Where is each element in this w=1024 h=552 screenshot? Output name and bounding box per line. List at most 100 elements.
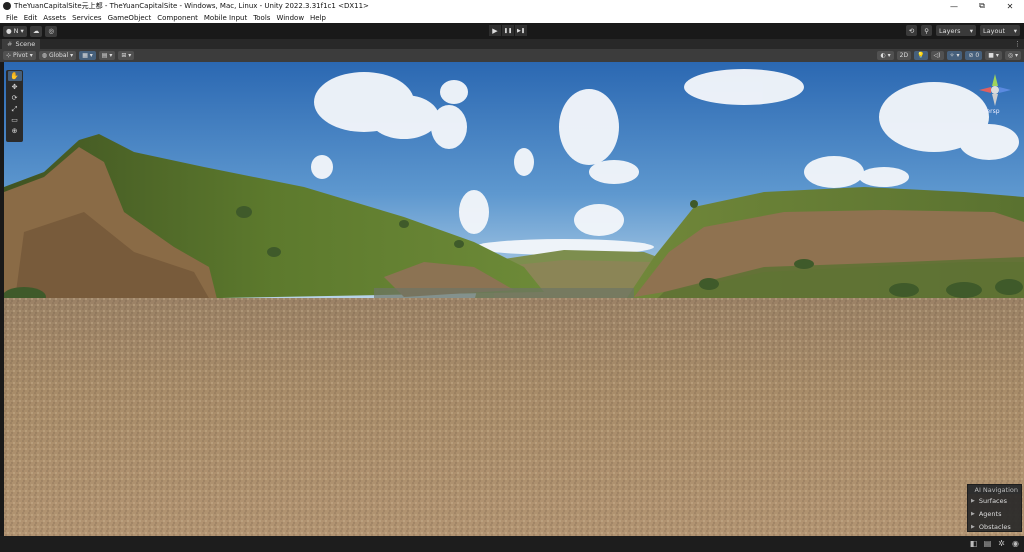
scene-view-options: ◐ ▾ 2D 💡 ◁) ✧ ▾ ⊘ 0 ■ ▾ ◎ ▾ [874, 51, 1021, 60]
cloud-button[interactable]: ☁ [29, 25, 43, 37]
grid-snapping-button[interactable]: ▦ ▾ [79, 51, 96, 60]
menu-item-help[interactable]: Help [310, 14, 326, 22]
menu-item-services[interactable]: Services [72, 14, 102, 22]
shading-sphere-icon: ◐ ▾ [880, 52, 891, 59]
step-button[interactable]: ▶❚ [515, 25, 527, 36]
menu-item-tools[interactable]: Tools [253, 14, 270, 22]
menu-item-gameobject[interactable]: GameObject [108, 14, 152, 22]
scene-grid-icon: # [7, 40, 13, 48]
maximize-button[interactable]: ⧉ [968, 0, 996, 12]
menu-item-edit[interactable]: Edit [24, 14, 38, 22]
tab-scene[interactable]: # Scene [2, 39, 41, 49]
global-dropdown[interactable]: ◍ Global ▾ [38, 51, 77, 60]
effects-dropdown[interactable]: ✧ ▾ [946, 51, 963, 60]
chevron-down-icon: ▾ [1013, 26, 1017, 35]
notifications-icon[interactable]: ◉ [1010, 539, 1021, 548]
hand-tool-icon[interactable]: ✋ [7, 71, 22, 81]
menu-item-file[interactable]: File [6, 14, 18, 22]
debug-mode-icon[interactable]: ✲ [996, 539, 1007, 548]
history-button[interactable]: ⟲ [905, 25, 918, 36]
mode-2d-toggle[interactable]: 2D [896, 51, 912, 60]
progress-icon[interactable]: ◧ [968, 539, 979, 548]
account-button[interactable]: ● N ▾ [3, 25, 27, 37]
axis-gizmo-icon [979, 74, 1011, 106]
play-button[interactable]: ▶ [489, 25, 501, 36]
camera-icon: ■ ▾ [988, 52, 999, 59]
search-icon: ⚲ [924, 26, 929, 35]
nav-item-obstacles[interactable]: ▶ Obstacles [968, 520, 1021, 533]
rect-tool-icon[interactable]: ▭ [8, 115, 22, 125]
unity-logo-icon [3, 2, 11, 10]
nav-item-label: Agents [978, 509, 1002, 518]
layout-dropdown[interactable]: Layout ▾ [980, 25, 1020, 36]
pivot-dropdown[interactable]: ⊹ Pivot ▾ [3, 51, 36, 60]
scene-viewport[interactable] [4, 62, 1024, 536]
account-icon: ● [6, 27, 12, 35]
scale-tool-icon[interactable]: ⤢ [8, 104, 22, 114]
tool-palette: ✋ ✥ ⟳ ⤢ ▭ ⊕ [6, 70, 23, 142]
nav-item-surfaces[interactable]: ▶ Surfaces [968, 494, 1021, 507]
shading-mode-button[interactable]: ◐ ▾ [877, 51, 894, 60]
nav-item-agents[interactable]: ▶ Agents [968, 507, 1021, 520]
move-tool-icon[interactable]: ✥ [8, 82, 22, 92]
eye-slash-icon: ⊘ 0 [968, 52, 980, 59]
hidden-objects-toggle[interactable]: ⊘ 0 [965, 51, 983, 60]
chevron-down-icon: ▾ [969, 26, 973, 35]
transform-tool-icon[interactable]: ⊕ [8, 126, 22, 136]
kebab-menu-icon[interactable]: ⋮ [1014, 40, 1021, 48]
chevron-down-icon: ▾ [70, 52, 74, 59]
layers-label: Layers [939, 26, 961, 35]
chevron-down-icon: ▾ [20, 27, 24, 35]
main-toolbar: ● N ▾ ☁ ◎ ▶ ❚❚ ▶❚ ⟲ ⚲ Layers ▾ Layout ▾ [0, 23, 1024, 39]
snap-icon: ⊞ ▾ [121, 52, 132, 59]
menu-bar: File Edit Assets Services GameObject Com… [0, 12, 1024, 23]
ai-navigation-title: AI Navigation [968, 485, 1021, 494]
status-bar: ◧ ▤ ✲ ◉ [0, 536, 1024, 552]
grid-icon: ▦ ▾ [82, 52, 93, 59]
ai-navigation-overlay: AI Navigation ▶ Surfaces ▶ Agents ▶ Obst… [967, 484, 1022, 532]
cloud-icon: ☁ [32, 27, 40, 35]
expand-arrow-icon: ▶ [971, 497, 975, 504]
collab-icon: ◎ [48, 27, 54, 35]
gizmos-icon: ◎ ▾ [1007, 52, 1018, 59]
layers-dropdown[interactable]: Layers ▾ [936, 25, 976, 36]
menu-item-window[interactable]: Window [276, 14, 304, 22]
collab-button[interactable]: ◎ [45, 25, 57, 37]
orientation-gizmo[interactable]: Persp [975, 70, 1015, 118]
scene-tab-bar: # Scene [0, 39, 1024, 49]
effects-icon: ✧ ▾ [949, 52, 960, 59]
minimize-button[interactable]: — [940, 0, 968, 12]
expand-arrow-icon: ▶ [971, 510, 975, 517]
nav-item-label: Obstacles [978, 522, 1011, 531]
rotate-tool-icon[interactable]: ⟳ [8, 93, 22, 103]
cache-server-icon[interactable]: ▤ [982, 539, 993, 548]
window-controls: — ⧉ ✕ [940, 0, 1024, 12]
increment-snap-button[interactable]: ⊞ ▾ [118, 51, 135, 60]
history-icon: ⟲ [908, 26, 915, 35]
window-titlebar: TheYuanCapitalSite元上都 - TheYuanCapitalSi… [0, 0, 1024, 12]
scene-render [4, 62, 1024, 536]
pivot-icon: ⊹ [6, 52, 12, 59]
nav-item-label: Surfaces [978, 496, 1008, 505]
menu-item-component[interactable]: Component [157, 14, 198, 22]
camera-dropdown[interactable]: ■ ▾ [985, 51, 1002, 60]
menu-item-assets[interactable]: Assets [43, 14, 66, 22]
pause-button[interactable]: ❚❚ [502, 25, 514, 36]
menu-item-mobile-input[interactable]: Mobile Input [204, 14, 247, 22]
grid-visibility-button[interactable]: ▤ ▾ [98, 51, 116, 60]
playmode-controls: ▶ ❚❚ ▶❚ [489, 25, 528, 36]
expand-arrow-icon: ▶ [971, 523, 975, 530]
gizmos-dropdown[interactable]: ◎ ▾ [1004, 51, 1021, 60]
lighting-toggle[interactable]: 💡 [914, 51, 928, 60]
speaker-icon: ◁) [933, 52, 941, 59]
globe-icon: ◍ [41, 52, 48, 59]
search-button[interactable]: ⚲ [921, 25, 932, 36]
close-button[interactable]: ✕ [996, 0, 1024, 12]
grid-visibility-icon: ▤ ▾ [101, 52, 113, 59]
audio-toggle[interactable]: ◁) [930, 51, 944, 60]
scene-view-toolbar: ⊹ Pivot ▾ ◍ Global ▾ ▦ ▾ ▤ ▾ ⊞ ▾ ◐ ▾ 2D … [0, 49, 1024, 62]
scene-tab-options: ⋮ [1008, 39, 1021, 49]
projection-label[interactable]: Persp [983, 108, 1000, 115]
lightbulb-icon: 💡 [917, 52, 925, 59]
layout-label: Layout [983, 26, 1006, 35]
